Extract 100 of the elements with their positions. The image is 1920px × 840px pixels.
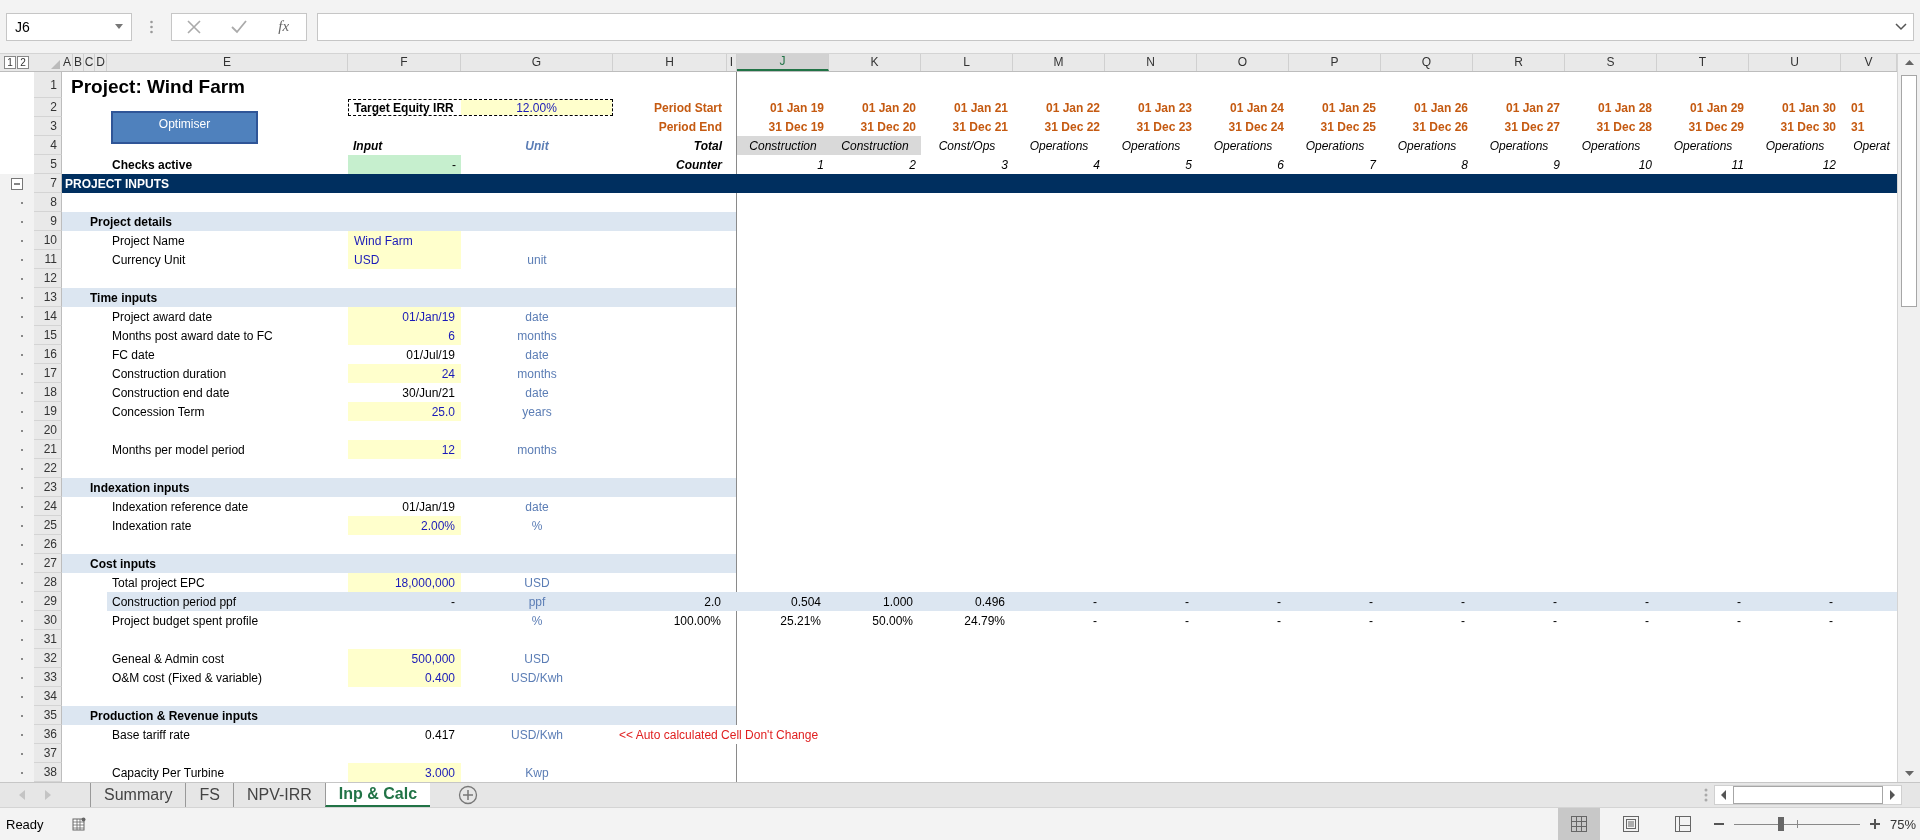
sheet-tab[interactable]: Inp & Calc (324, 783, 431, 807)
row-number[interactable]: 34 (34, 687, 62, 706)
column-header[interactable]: B (73, 54, 84, 71)
unit-cell-text: Kwp (524, 764, 550, 782)
row-number[interactable]: 28 (34, 573, 62, 592)
collapse-icon[interactable] (11, 177, 23, 190)
row-number[interactable]: 29 (34, 592, 62, 611)
counter-cell-text: 3 (1000, 156, 1009, 174)
row-number[interactable]: 9 (34, 212, 62, 231)
row-label: Currency Unit (111, 251, 187, 269)
input-cell: Wind Farm (348, 231, 461, 250)
row-number[interactable]: 12 (34, 269, 62, 288)
phase-cell: Construction (829, 136, 921, 155)
row-number[interactable]: 18 (34, 383, 62, 402)
row-number[interactable]: 37 (34, 744, 62, 763)
row-number[interactable]: 5 (34, 155, 62, 174)
column-header[interactable]: P (1289, 54, 1381, 71)
row-number[interactable]: 38 (34, 763, 62, 782)
row-number[interactable]: 19 (34, 402, 62, 421)
column-header[interactable]: L (921, 54, 1013, 71)
name-box[interactable]: J6 (6, 12, 132, 41)
input-cell: 6 (348, 326, 461, 345)
row-label: Concession Term (111, 403, 206, 421)
optimiser-button[interactable]: Optimiser (111, 111, 258, 144)
row-number[interactable]: 3 (34, 117, 62, 136)
column-header[interactable]: A (62, 54, 73, 71)
zoom-in-icon[interactable] (1869, 819, 1880, 829)
insert-function-button[interactable]: fx (276, 18, 292, 35)
row-number[interactable]: 15 (34, 326, 62, 345)
table-icon[interactable] (71, 817, 86, 831)
row-number[interactable]: 26 (34, 535, 62, 554)
row-number[interactable]: 32 (34, 649, 62, 668)
row-number[interactable]: 33 (34, 668, 62, 687)
row-number[interactable]: 36 (34, 725, 62, 744)
row-number[interactable]: 14 (34, 307, 62, 326)
row-number[interactable]: 7 (34, 174, 62, 193)
row-number[interactable]: 2 (34, 98, 62, 117)
period-value-cell-text: 25.21% (779, 612, 822, 630)
row-number[interactable]: 17 (34, 364, 62, 383)
column-header[interactable]: J (737, 54, 829, 71)
column-header[interactable]: C (84, 54, 95, 71)
row-number[interactable]: 27 (34, 554, 62, 573)
row-number[interactable]: 16 (34, 345, 62, 364)
row-number[interactable]: 4 (34, 136, 62, 155)
slider-thumb[interactable] (1777, 817, 1784, 831)
row-number[interactable]: 24 (34, 497, 62, 516)
zoom-level[interactable]: 75% (1889, 816, 1916, 832)
unit-cell-text: date (524, 498, 550, 516)
row-number[interactable]: 20 (34, 421, 62, 440)
column-header[interactable]: D (95, 54, 107, 71)
column-header[interactable]: G (461, 54, 613, 71)
row-number[interactable]: 31 (34, 630, 62, 649)
period-value-cell-text: - (1368, 612, 1374, 630)
outline-level-button[interactable]: 1 (4, 56, 16, 69)
row-number[interactable]: 1 (34, 72, 62, 98)
input-cell: 25.0 (348, 402, 461, 421)
column-header[interactable]: O (1197, 54, 1289, 71)
chevron-down-icon[interactable] (1895, 22, 1907, 31)
column-header[interactable]: N (1105, 54, 1197, 71)
phase-cell-text: Operations (1580, 137, 1642, 155)
row-number[interactable]: 13 (34, 288, 62, 307)
row-number[interactable]: 10 (34, 231, 62, 250)
period-start-cell-text: 01 Jan 22 (1044, 99, 1101, 117)
column-header[interactable]: R (1473, 54, 1565, 71)
row-number[interactable]: 23 (34, 478, 62, 497)
column-header[interactable]: K (829, 54, 921, 71)
row-number[interactable]: 30 (34, 611, 62, 630)
row-number[interactable]: 35 (34, 706, 62, 725)
period-end-cell-text: 31 Dec 28 (1595, 118, 1653, 136)
outline-level-button[interactable]: 2 (17, 56, 29, 69)
check-icon[interactable] (230, 19, 247, 34)
row-number[interactable]: 25 (34, 516, 62, 535)
column-header[interactable]: E (107, 54, 348, 71)
unit-cell-text: months (516, 441, 558, 459)
period-value-cell-text: - (1828, 593, 1834, 611)
column-header[interactable]: T (1657, 54, 1749, 71)
row-number[interactable]: 22 (34, 459, 62, 478)
row-number[interactable]: 11 (34, 250, 62, 269)
column-header[interactable]: Q (1381, 54, 1473, 71)
target-irr-label: Target Equity IRR (353, 100, 455, 115)
column-header[interactable]: F (348, 54, 461, 71)
column-header[interactable]: S (1565, 54, 1657, 71)
formula-input[interactable] (317, 12, 1914, 41)
scrollbar-thumb[interactable] (1901, 75, 1917, 307)
row-number[interactable]: 8 (34, 193, 62, 212)
section-title: Cost inputs (90, 556, 156, 571)
period-start-cell-text: 01 Jan 21 (952, 99, 1009, 117)
scrollbar-thumb[interactable] (1733, 786, 1883, 804)
period-value-cell-text: 0.504 (789, 593, 822, 611)
row-number[interactable]: 21 (34, 440, 62, 459)
input-cell: 2.00% (348, 516, 461, 535)
normal-view-button[interactable] (1557, 808, 1600, 840)
period-start-cell-text: 01 Jan 25 (1320, 99, 1377, 117)
value-cell-text: - (450, 593, 456, 611)
phase-cell-text: Operations (1488, 137, 1550, 155)
add-sheet-icon[interactable] (458, 785, 479, 805)
column-header[interactable]: U (1749, 54, 1841, 71)
column-header[interactable]: M (1013, 54, 1105, 71)
counter-cell-text: 8 (1460, 156, 1469, 174)
column-header[interactable]: H (613, 54, 727, 71)
